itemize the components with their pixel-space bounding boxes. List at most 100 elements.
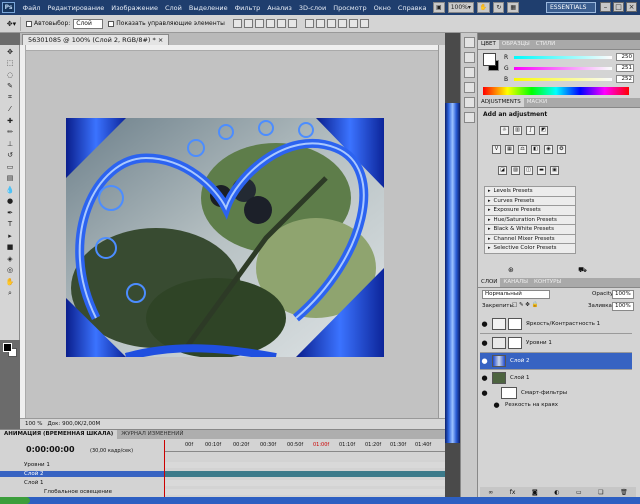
tab-styles[interactable]: СТИЛИ: [533, 40, 559, 49]
eye-icon[interactable]: ●: [492, 401, 501, 409]
eraser-icon[interactable]: ▭: [3, 162, 17, 172]
eye-icon[interactable]: ●: [480, 357, 489, 365]
tab-swatches[interactable]: ОБРАЗЦЫ: [499, 40, 533, 49]
channel-mixer-icon[interactable]: ❂: [557, 145, 566, 154]
canvas-area[interactable]: [20, 45, 438, 418]
brush-icon[interactable]: ✏: [3, 127, 17, 137]
3d-rotate-icon[interactable]: ◈: [3, 254, 17, 264]
align-top-icon[interactable]: [232, 19, 242, 28]
crop-icon[interactable]: ⌗: [3, 93, 17, 103]
eye-icon[interactable]: ●: [480, 389, 489, 397]
menu-view[interactable]: Просмотр: [330, 4, 370, 12]
align-right-icon[interactable]: [287, 19, 297, 28]
foreground-color-swatch[interactable]: [3, 343, 12, 352]
color-balance-icon[interactable]: ⚖: [518, 145, 527, 154]
new-layer-icon[interactable]: ❏: [598, 489, 603, 496]
move-icon[interactable]: ✥: [3, 47, 17, 57]
menu-filter[interactable]: Фильтр: [231, 4, 264, 12]
green-value[interactable]: 251: [616, 64, 634, 72]
blur-icon[interactable]: 💧: [3, 185, 17, 195]
opacity-input[interactable]: 100%: [612, 290, 634, 299]
layer-row[interactable]: ● Слой 2: [480, 353, 632, 370]
history-icon[interactable]: [464, 37, 475, 48]
gradient-icon[interactable]: ▤: [3, 173, 17, 183]
vibrance-icon[interactable]: V: [492, 145, 501, 154]
color-spectrum[interactable]: [483, 87, 629, 95]
maximize-icon[interactable]: □: [613, 2, 624, 12]
playhead[interactable]: [164, 440, 165, 504]
pen-icon[interactable]: ✒: [3, 208, 17, 218]
invert-icon[interactable]: ◪: [498, 166, 507, 175]
blend-mode-select[interactable]: Нормальный: [482, 290, 550, 299]
path-select-icon[interactable]: ▸: [3, 231, 17, 241]
black-white-icon[interactable]: ◧: [531, 145, 540, 154]
move-tool-icon[interactable]: ✥▾: [3, 16, 21, 31]
threshold-icon[interactable]: ◫: [524, 166, 533, 175]
rotate-icon[interactable]: ↻: [493, 2, 505, 13]
healing-brush-icon[interactable]: ✚: [3, 116, 17, 126]
tab-paths[interactable]: КОНТУРЫ: [531, 278, 564, 287]
menu-layer[interactable]: Слой: [161, 4, 185, 12]
menu-select[interactable]: Выделение: [185, 4, 231, 12]
navigator-icon[interactable]: [464, 67, 475, 78]
exposure-icon[interactable]: ◩: [539, 126, 548, 135]
zoom-tool-icon[interactable]: ⌕: [3, 288, 17, 298]
lock-icons[interactable]: □ ✎ ✥ 🔒: [512, 302, 539, 308]
fill-input[interactable]: 100%: [612, 302, 634, 311]
group-icon[interactable]: ▭: [576, 489, 582, 496]
blue-slider[interactable]: B 252: [504, 75, 634, 83]
layer-row[interactable]: ● Яркость/Контрастность 1: [480, 314, 632, 334]
menu-edit[interactable]: Редактирование: [44, 4, 108, 12]
timeline-row[interactable]: Слой 2: [0, 469, 445, 478]
tab-adjustments[interactable]: ADJUSTMENTS: [478, 98, 524, 107]
filter-row[interactable]: ● Резкость на краях: [480, 400, 632, 410]
character-icon[interactable]: [464, 97, 475, 108]
close-icon[interactable]: ×: [626, 2, 637, 12]
document-tab[interactable]: 56301085 @ 100% (Слой 2, RGB/8#) * ×: [22, 34, 170, 45]
levels-icon[interactable]: ▥: [513, 126, 522, 135]
start-button[interactable]: [0, 497, 30, 504]
eye-icon[interactable]: ●: [480, 339, 489, 347]
shape-icon[interactable]: ■: [3, 242, 17, 252]
layer-row[interactable]: ● Уровни 1: [480, 334, 632, 353]
menu-3d[interactable]: 3D-слои: [295, 4, 329, 12]
eye-icon[interactable]: ●: [480, 374, 489, 382]
eyedropper-icon[interactable]: ⁄: [3, 104, 17, 114]
hand-icon[interactable]: ✋: [476, 2, 491, 13]
preset-selective-color[interactable]: Selective Color Presets: [484, 243, 576, 254]
timeline-row[interactable]: Глобальное освещение: [0, 487, 445, 496]
timeline-row[interactable]: Слой 1: [0, 478, 445, 487]
show-controls-checkbox[interactable]: [108, 20, 115, 27]
distribute-bottom-icon[interactable]: [326, 19, 336, 28]
timeline-row[interactable]: Уровни 1: [0, 460, 445, 469]
menu-analysis[interactable]: Анализ: [264, 4, 296, 12]
quick-select-icon[interactable]: ✎: [3, 81, 17, 91]
arrange-icon[interactable]: ▦: [507, 2, 520, 13]
menu-window[interactable]: Окно: [370, 4, 394, 12]
align-bottom-icon[interactable]: [254, 19, 264, 28]
green-slider[interactable]: G 251: [504, 64, 634, 72]
trash-icon[interactable]: 🗑: [620, 489, 628, 496]
clip-icon[interactable]: ⊛: [508, 266, 514, 274]
canvas-vertical-scrollbar[interactable]: [438, 45, 445, 418]
selective-color-icon[interactable]: ▣: [550, 166, 559, 175]
dodge-icon[interactable]: ●: [3, 196, 17, 206]
status-zoom[interactable]: 100 %: [25, 421, 42, 427]
actions-icon[interactable]: [464, 52, 475, 63]
distribute-left-icon[interactable]: [337, 19, 347, 28]
tab-channels[interactable]: КАНАЛЫ: [500, 278, 531, 287]
photo-filter-icon[interactable]: ◉: [544, 145, 553, 154]
layer-row[interactable]: ● Слой 1: [480, 370, 632, 385]
minimize-icon[interactable]: –: [600, 2, 611, 12]
tab-layers[interactable]: СЛОИ: [478, 278, 501, 287]
hue-saturation-icon[interactable]: ▦: [505, 145, 514, 154]
distribute-center-icon[interactable]: [348, 19, 358, 28]
align-middle-icon[interactable]: [243, 19, 253, 28]
new-adjustment-icon[interactable]: ◐: [554, 489, 559, 496]
3d-orbit-icon[interactable]: ◎: [3, 265, 17, 275]
timeline-ruler[interactable]: 00f 00:10f 00:20f 00:30f 00:50f 01:00f 0…: [165, 440, 445, 452]
workspace-switcher[interactable]: ESSENTIALS: [546, 2, 596, 13]
menu-help[interactable]: Справка: [394, 4, 430, 12]
clone-stamp-icon[interactable]: ⊥: [3, 139, 17, 149]
hand-tool-icon[interactable]: ✋: [3, 277, 17, 287]
